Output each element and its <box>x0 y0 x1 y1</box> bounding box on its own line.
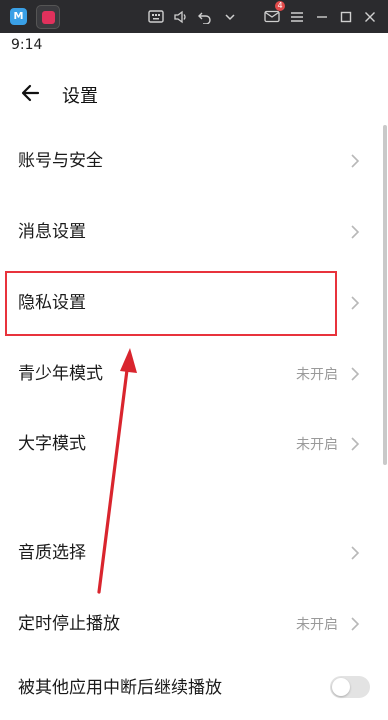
settings-item-label: 音质选择 <box>18 543 86 563</box>
chevron-down-icon[interactable] <box>224 8 236 25</box>
notification-badge: 4 <box>275 1 285 11</box>
menu-icon[interactable] <box>290 8 304 25</box>
settings-item-label: 账号与安全 <box>18 151 103 171</box>
minimize-icon[interactable] <box>316 8 328 25</box>
back-button[interactable] <box>18 80 44 106</box>
settings-item-status: 未开启 <box>296 617 338 633</box>
settings-item-resume-playback: 被其他应用中断后继续播放 <box>0 655 384 720</box>
chevron-right-icon <box>351 437 360 451</box>
volume-icon[interactable] <box>173 8 189 25</box>
settings-item-label: 消息设置 <box>18 222 86 242</box>
settings-item-label: 定时停止播放 <box>18 614 120 634</box>
back-arrow-icon <box>21 84 40 102</box>
settings-item-teen-mode[interactable]: 青少年模式 未开启 <box>0 339 384 409</box>
scrollbar[interactable] <box>383 125 387 465</box>
settings-item-label: 大字模式 <box>18 434 86 454</box>
settings-item-large-font[interactable]: 大字模式 未开启 <box>0 409 384 479</box>
settings-item-message[interactable]: 消息设置 <box>0 197 384 267</box>
music-app-logo <box>41 10 55 24</box>
settings-item-status: 未开启 <box>296 367 338 383</box>
toggle-knob <box>332 678 350 696</box>
settings-item-label: 隐私设置 <box>18 293 86 313</box>
chevron-right-icon <box>351 296 360 310</box>
emulator-title-bar: M 4 <box>0 0 388 33</box>
settings-item-label: 青少年模式 <box>18 364 103 384</box>
maximize-icon[interactable] <box>340 8 352 25</box>
page-title: 设置 <box>62 86 98 107</box>
resume-playback-toggle[interactable] <box>330 676 370 698</box>
settings-item-account-security[interactable]: 账号与安全 <box>0 126 384 196</box>
app-icon-letter: M <box>13 11 24 22</box>
chevron-right-icon <box>351 367 360 381</box>
status-time: 9:14 <box>11 37 43 53</box>
keyboard-icon[interactable] <box>148 8 164 25</box>
page-header <box>0 70 388 116</box>
settings-item-sleep-timer[interactable]: 定时停止播放 未开启 <box>0 589 384 659</box>
settings-item-privacy[interactable]: 隐私设置 <box>0 268 384 338</box>
app-icon[interactable]: M <box>10 8 27 25</box>
settings-item-audio-quality[interactable]: 音质选择 <box>0 518 384 588</box>
chevron-right-icon <box>351 617 360 631</box>
chevron-right-icon <box>351 546 360 560</box>
chevron-right-icon <box>351 225 360 239</box>
chevron-right-icon <box>351 154 360 168</box>
close-icon[interactable] <box>364 8 376 25</box>
status-bar <box>0 33 388 59</box>
settings-item-status: 未开启 <box>296 437 338 453</box>
music-app-tab-icon[interactable] <box>36 5 60 29</box>
undo-icon[interactable] <box>198 8 212 25</box>
settings-item-label: 被其他应用中断后继续播放 <box>18 678 222 698</box>
